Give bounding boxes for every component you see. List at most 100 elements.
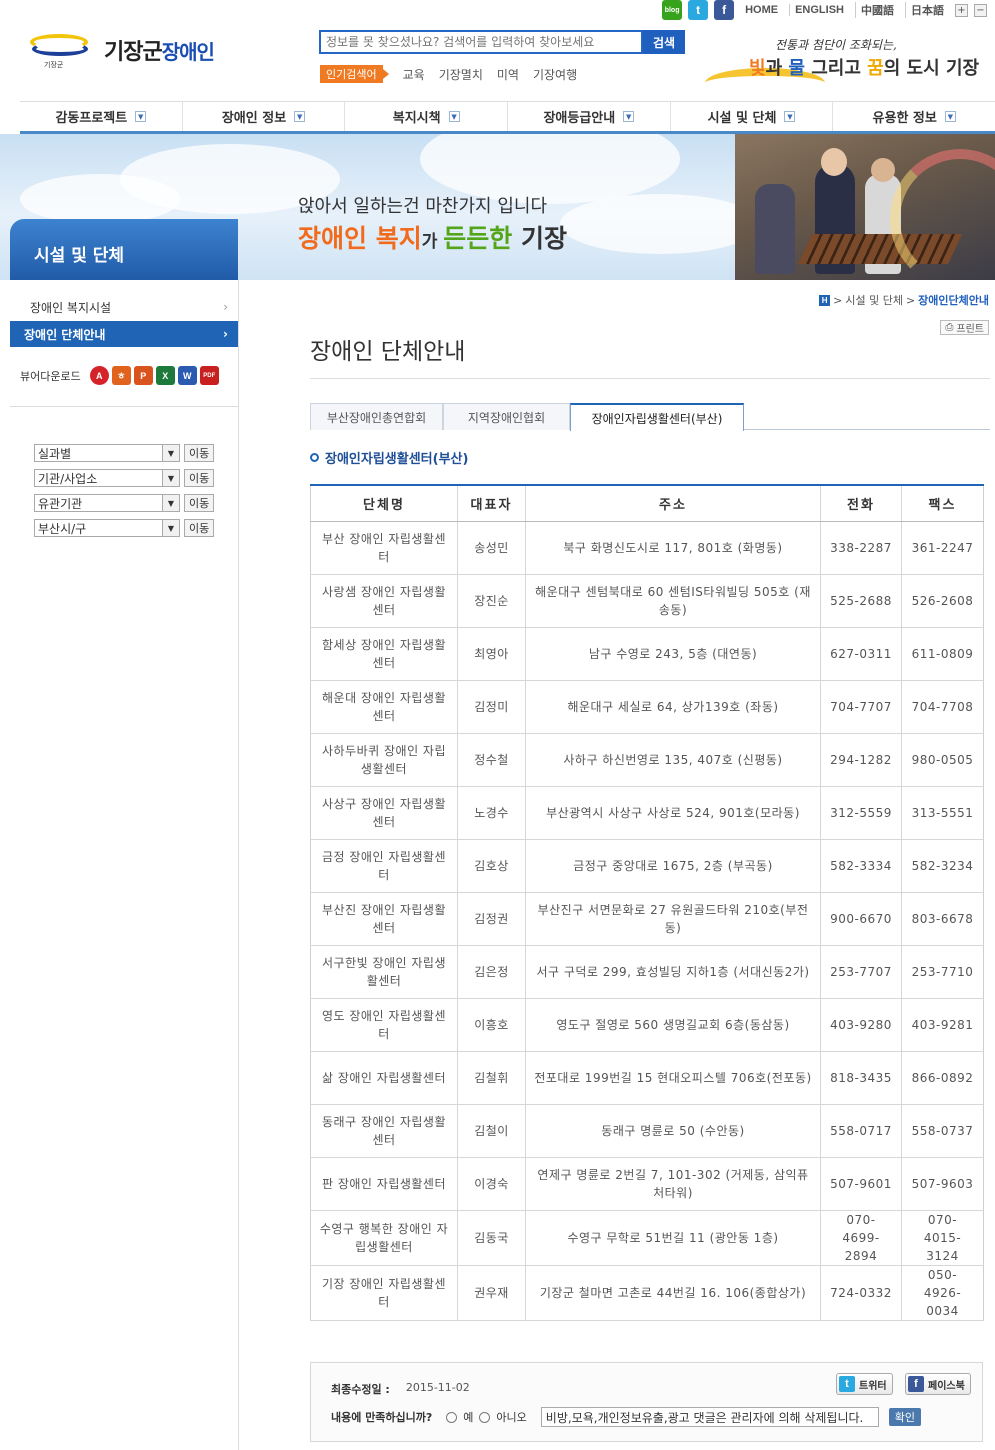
go-button[interactable]: 이동 [184,444,215,462]
logo-text: 기장군장애인 [104,40,215,65]
comment-input[interactable]: 비방,모욕,개인정보유출,광고 댓글은 관리자에 의해 삭제됩니다. [540,1407,879,1427]
fax-cell: 866-0892 [901,1051,984,1105]
visual-banner: 앉아서 일하는건 마찬가지 입니다 장애인 복지가 든든한 기장 시설 및 단체 [0,134,995,280]
agency-select[interactable]: 기관/사업소 ▼ [34,469,180,487]
phone-cell: 507-9601 [820,1157,902,1211]
popular-keyword[interactable]: 교육 [403,66,425,83]
search-button[interactable]: 검색 [643,30,685,54]
confirm-button[interactable]: 확인 [888,1408,922,1426]
excel-icon[interactable]: X [155,366,175,385]
twitter-icon: t [839,1376,855,1392]
representative-cell: 노경수 [457,786,526,840]
banner-copy-line2: 장애인 복지가 든든한 기장 [298,224,568,253]
dept-select[interactable]: 실과별 ▼ [34,444,180,462]
address-cell: 기장군 철마면 고촌로 44번길 16. 106(종합상가) [525,1265,821,1321]
print-button[interactable]: ⎙ 프린트 [940,320,989,335]
phone-cell: 558-0717 [820,1104,902,1158]
satisfied-no-radio[interactable] [479,1411,491,1423]
chinese-link[interactable]: 中國語 [855,2,899,18]
tab-regional-association[interactable]: 지역장애인협회 [443,403,570,430]
facebook-icon[interactable]: f [714,0,735,20]
popular-keyword[interactable]: 기장여행 [533,66,577,83]
word-icon[interactable]: W [177,366,197,385]
japanese-link[interactable]: 日本語 [905,2,949,18]
breadcrumb: H > 시설 및 단체 > 장애인단체안내 [819,292,989,308]
home-icon[interactable]: H [819,294,831,306]
org-name-cell: 해운대 장애인 자립생활센터 [310,680,458,734]
phone-cell: 312-5559 [820,786,902,840]
go-button[interactable]: 이동 [184,494,215,512]
share-twitter-button[interactable]: t 트위터 [836,1373,893,1395]
phone-cell: 900-6670 [820,892,902,946]
site-logo[interactable]: 기장군 기장군장애인 [30,30,215,70]
org-name-cell: 사하두바퀴 장애인 자립생활센터 [310,733,458,787]
powerpoint-icon[interactable]: P [133,366,153,385]
acrobat-icon[interactable]: A [89,366,109,385]
quick-select-row: 부산시/구 ▼ 이동 [34,519,215,537]
fax-cell: 253-7710 [901,945,984,999]
satisfaction-survey: 내용에 만족하십니까? 예 아니오 비방,모욕,개인정보유출,광고 댓글은 관리… [331,1407,922,1427]
org-name-cell: 서구한빛 장애인 자립생활센터 [310,945,458,999]
chevron-down-icon: ▼ [162,445,179,461]
feedback-panel: 최종수정일 : 2015-11-02 t 트위터 f 페이스북 내용에 만족하십… [310,1362,983,1442]
org-name-cell: 금정 장애인 자립생활센터 [310,839,458,893]
table-row: 영도 장애인 자립생활센터 이흥호 영도구 절영로 560 생명길교회 6층(동삼동… [310,998,984,1052]
address-cell: 해운대구 세실로 64, 상가139호 (좌동) [525,680,821,734]
viewer-download: 뷰어다운로드 A ㅎ P X W PDF [20,366,219,385]
satisfied-yes-radio[interactable] [446,1411,458,1423]
org-name-cell: 판 장애인 자립생활센터 [310,1157,458,1211]
go-button[interactable]: 이동 [184,519,215,537]
breadcrumb-item[interactable]: 시설 및 단체 [845,292,903,308]
table-row: 판 장애인 자립생활센터 이경숙 연제구 명륜로 2번길 7, 101-302 (거… [310,1157,984,1211]
share-facebook-button[interactable]: f 페이스북 [905,1373,971,1395]
address-cell: 남구 수영로 243, 5층 (대연동) [525,627,821,681]
phone-cell: 818-3435 [820,1051,902,1105]
twitter-icon[interactable]: t [688,0,709,20]
nav-item-facilities[interactable]: 시설 및 단체 ▼ [669,102,833,131]
go-button[interactable]: 이동 [184,469,215,487]
popular-keyword[interactable]: 기장멸치 [439,66,483,83]
city-slogan: 전통과 첨단이 조화되는, 빛과 물 그리고 꿈의 도시 기장 [705,34,995,90]
org-name-cell: 부산진 장애인 자립생활센터 [310,892,458,946]
nav-item-info[interactable]: 장애인 정보 ▼ [181,102,345,131]
representative-cell: 최영아 [457,627,526,681]
sidebar-divider [10,406,238,407]
search-input[interactable] [319,30,643,54]
quick-select-row: 실과별 ▼ 이동 [34,444,215,462]
zoom-in-button[interactable]: + [955,3,968,17]
quick-select-row: 기관/사업소 ▼ 이동 [34,469,215,487]
table-row: 함세상 장애인 자립생활센터 최영아 남구 수영로 243, 5층 (대연동) 627… [310,627,984,681]
nav-item-project[interactable]: 감동프로젝트 ▼ [20,102,182,131]
busan-district-select[interactable]: 부산시/구 ▼ [34,519,180,537]
nav-item-grade[interactable]: 장애등급안내 ▼ [507,102,670,131]
table-row: 부산 장애인 자립생활센터 송성민 북구 화명신도시로 117, 801호 (화명동… [310,521,984,575]
phone-cell: 704-7707 [820,680,902,734]
zoom-out-button[interactable]: − [974,3,987,17]
table-row: 수영구 행복한 장애인 자립생활센터 김동국 수영구 무학로 51번길 11 (광안… [310,1210,984,1266]
tab-independent-living-center[interactable]: 장애인자립생활센터(부산) [570,403,744,431]
pdf-icon[interactable]: PDF [199,366,219,385]
representative-cell: 이경숙 [457,1157,526,1211]
hangul-icon[interactable]: ㅎ [111,366,131,385]
popular-keyword[interactable]: 미역 [497,66,519,83]
representative-cell: 김정권 [457,892,526,946]
tab-busan-federation[interactable]: 부산장애인총연합회 [310,403,443,430]
english-link[interactable]: ENGLISH [789,4,849,16]
chevron-down-icon: ▼ [162,495,179,511]
phone-cell: 253-7707 [820,945,902,999]
blog-icon[interactable]: blog [662,0,683,20]
nav-item-useful[interactable]: 유용한 정보 ▼ [832,102,995,131]
last-updated-date: 2015-11-02 [405,1381,470,1394]
sidebar-item-organizations[interactable]: 장애인 단체안내 › [10,321,238,347]
banner-copy-line1: 앉아서 일하는건 마찬가지 입니다 [298,196,548,217]
representative-cell: 장진순 [457,574,526,628]
home-link[interactable]: HOME [740,4,783,16]
satisfied-no-label: 아니오 [496,1411,527,1424]
sidebar-item-welfare-facilities[interactable]: 장애인 복지시설 › [10,294,238,320]
table-row: 부산진 장애인 자립생활센터 김정권 부산진구 서면문화로 27 유원골드타워 21… [310,892,984,946]
nav-item-welfare[interactable]: 복지시책 ▼ [344,102,507,131]
related-agency-select[interactable]: 유관기관 ▼ [34,494,180,512]
address-cell: 사하구 하신번영로 135, 407호 (신평동) [525,733,821,787]
breadcrumb-current: 장애인단체안내 [918,294,989,307]
utility-bar: blog t f HOME ENGLISH 中國語 日本語 + − [662,0,995,20]
